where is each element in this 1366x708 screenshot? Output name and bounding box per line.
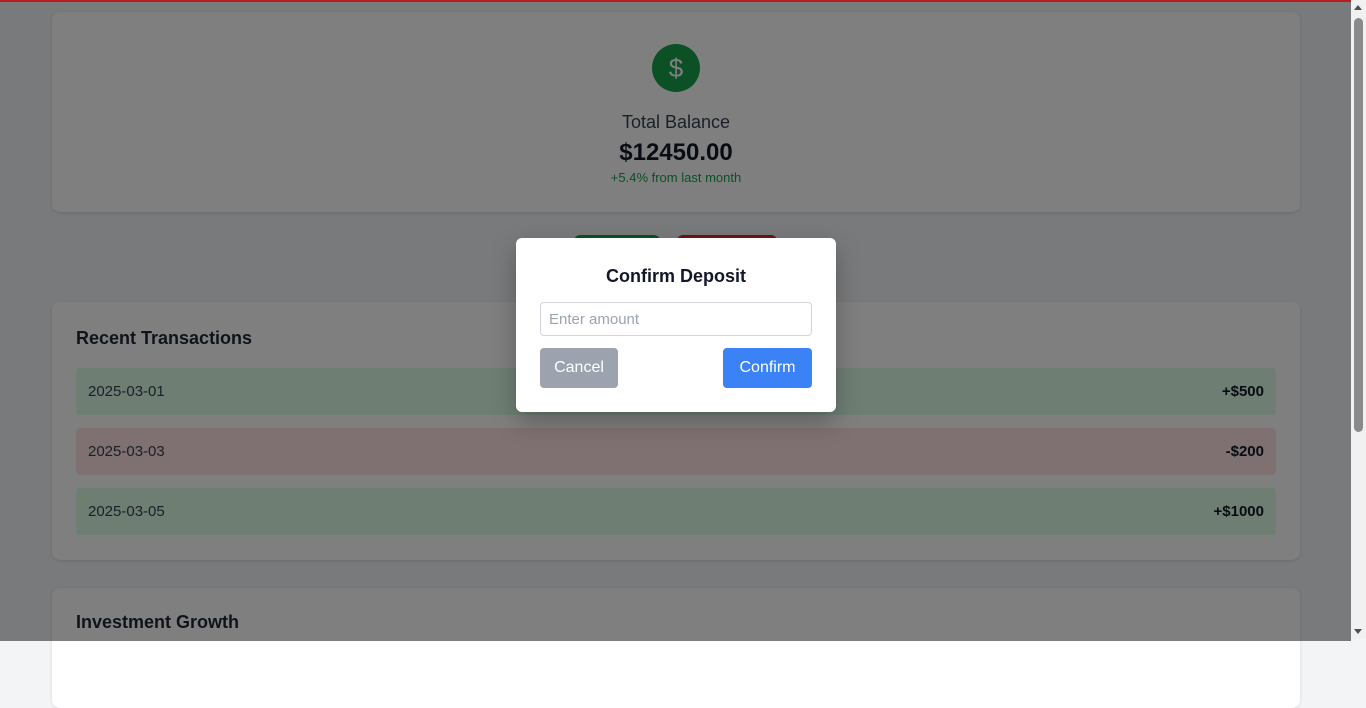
scroll-down-arrow-icon[interactable] [1354,629,1362,634]
vertical-scrollbar[interactable] [1351,0,1366,639]
amount-input[interactable] [540,302,812,336]
scroll-up-arrow-icon[interactable] [1354,5,1362,10]
scrollbar-thumb[interactable] [1354,18,1363,432]
cancel-button[interactable]: Cancel [540,348,618,388]
confirm-deposit-dialog: Confirm Deposit Cancel Confirm [516,238,836,412]
app-page: $ Total Balance $12450.00 +5.4% from las… [0,0,1351,708]
dialog-title: Confirm Deposit [605,266,746,286]
confirm-button[interactable]: Confirm [723,348,812,388]
